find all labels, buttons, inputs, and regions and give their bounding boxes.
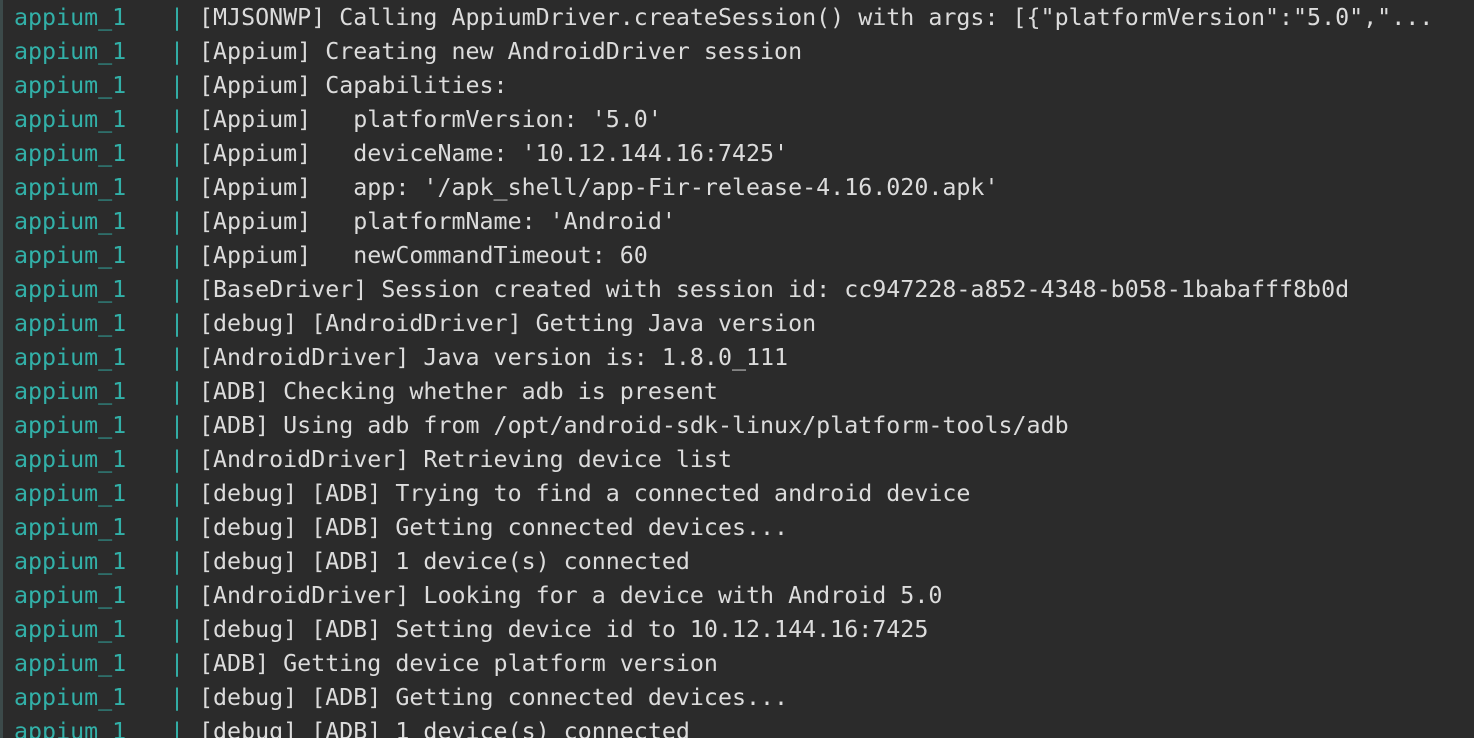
log-message: [debug] [ADB] 1 device(s) connected xyxy=(199,718,690,738)
log-message: [BaseDriver] Session created with sessio… xyxy=(199,276,1350,303)
log-line: appium_1 | [debug] [AndroidDriver] Getting… xyxy=(14,307,1433,341)
separator: | xyxy=(170,276,185,303)
log-message: [Appium] platformName: 'Android' xyxy=(199,208,676,235)
separator: | xyxy=(170,106,185,133)
separator: | xyxy=(170,650,185,677)
separator: | xyxy=(170,310,185,337)
log-line: appium_1 | [Appium] app: '/apk_shell/app-F… xyxy=(14,171,1433,205)
log-line: appium_1 | [debug] [ADB] Getting connected… xyxy=(14,681,1433,715)
separator: | xyxy=(170,242,185,269)
separator: | xyxy=(170,38,185,65)
separator: | xyxy=(170,344,185,371)
log-line: appium_1 | [BaseDriver] Session created wi… xyxy=(14,273,1433,307)
gutter-bar xyxy=(0,0,3,738)
log-message: [Appium] Capabilities: xyxy=(199,72,508,99)
separator: | xyxy=(170,446,185,473)
log-message: [Appium] platformVersion: '5.0' xyxy=(199,106,662,133)
separator: | xyxy=(170,684,185,711)
separator: | xyxy=(170,480,185,507)
separator: | xyxy=(170,514,185,541)
service-name: appium_1 xyxy=(14,242,127,269)
log-line: appium_1 | [ADB] Getting device platform v… xyxy=(14,647,1433,681)
service-name: appium_1 xyxy=(14,38,127,65)
log-message: [debug] [ADB] 1 device(s) connected xyxy=(199,548,690,575)
service-name: appium_1 xyxy=(14,208,127,235)
log-message: [MJSONWP] Calling AppiumDriver.createSes… xyxy=(199,4,1434,31)
separator: | xyxy=(170,412,185,439)
log-message: [debug] [ADB] Setting device id to 10.12… xyxy=(199,616,929,643)
log-line: appium_1 | [AndroidDriver] Java version is… xyxy=(14,341,1433,375)
service-name: appium_1 xyxy=(14,684,127,711)
service-name: appium_1 xyxy=(14,548,127,575)
log-message: [AndroidDriver] Looking for a device wit… xyxy=(199,582,943,609)
service-name: appium_1 xyxy=(14,276,127,303)
log-line: appium_1 | [Appium] Capabilities: xyxy=(14,69,1433,103)
separator: | xyxy=(170,616,185,643)
separator: | xyxy=(170,4,185,31)
separator: | xyxy=(170,174,185,201)
log-line: appium_1 | [debug] [ADB] 1 device(s) conne… xyxy=(14,715,1433,738)
log-line: appium_1 | [Appium] newCommandTimeout: 60 xyxy=(14,239,1433,273)
terminal-output[interactable]: appium_1 | [MJSONWP] Calling AppiumDriver.… xyxy=(0,0,1474,738)
log-line: appium_1 | [Appium] Creating new AndroidDr… xyxy=(14,35,1433,69)
log-message: [Appium] deviceName: '10.12.144.16:7425' xyxy=(199,140,789,167)
service-name: appium_1 xyxy=(14,378,127,405)
log-line: appium_1 | [Appium] platformName: 'Android… xyxy=(14,205,1433,239)
separator: | xyxy=(170,72,185,99)
log-list: appium_1 | [MJSONWP] Calling AppiumDriver.… xyxy=(14,1,1433,738)
service-name: appium_1 xyxy=(14,412,127,439)
separator: | xyxy=(170,718,185,738)
service-name: appium_1 xyxy=(14,616,127,643)
separator: | xyxy=(170,548,185,575)
service-name: appium_1 xyxy=(14,4,127,31)
log-message: [Appium] Creating new AndroidDriver sess… xyxy=(199,38,803,65)
separator: | xyxy=(170,582,185,609)
separator: | xyxy=(170,208,185,235)
service-name: appium_1 xyxy=(14,582,127,609)
log-message: [ADB] Checking whether adb is present xyxy=(199,378,718,405)
log-message: [ADB] Using adb from /opt/android-sdk-li… xyxy=(199,412,1069,439)
service-name: appium_1 xyxy=(14,650,127,677)
log-message: [debug] [AndroidDriver] Getting Java ver… xyxy=(199,310,817,337)
service-name: appium_1 xyxy=(14,344,127,371)
log-line: appium_1 | [MJSONWP] Calling AppiumDriver.… xyxy=(14,1,1433,35)
log-line: appium_1 | [AndroidDriver] Retrieving devi… xyxy=(14,443,1433,477)
log-line: appium_1 | [ADB] Checking whether adb is p… xyxy=(14,375,1433,409)
log-line: appium_1 | [debug] [ADB] Setting device id… xyxy=(14,613,1433,647)
log-message: [debug] [ADB] Getting connected devices.… xyxy=(199,684,789,711)
separator: | xyxy=(170,378,185,405)
service-name: appium_1 xyxy=(14,174,127,201)
log-message: [ADB] Getting device platform version xyxy=(199,650,718,677)
log-line: appium_1 | [debug] [ADB] Getting connected… xyxy=(14,511,1433,545)
service-name: appium_1 xyxy=(14,106,127,133)
service-name: appium_1 xyxy=(14,72,127,99)
log-line: appium_1 | [debug] [ADB] 1 device(s) conne… xyxy=(14,545,1433,579)
log-message: [Appium] app: '/apk_shell/app-Fir-releas… xyxy=(199,174,999,201)
log-message: [debug] [ADB] Getting connected devices.… xyxy=(199,514,789,541)
service-name: appium_1 xyxy=(14,446,127,473)
service-name: appium_1 xyxy=(14,514,127,541)
log-message: [Appium] newCommandTimeout: 60 xyxy=(199,242,648,269)
log-message: [AndroidDriver] Retrieving device list xyxy=(199,446,732,473)
log-message: [debug] [ADB] Trying to find a connected… xyxy=(199,480,971,507)
service-name: appium_1 xyxy=(14,480,127,507)
log-line: appium_1 | [Appium] platformVersion: '5.0' xyxy=(14,103,1433,137)
log-line: appium_1 | [ADB] Using adb from /opt/andro… xyxy=(14,409,1433,443)
log-line: appium_1 | [Appium] deviceName: '10.12.144… xyxy=(14,137,1433,171)
service-name: appium_1 xyxy=(14,718,127,738)
service-name: appium_1 xyxy=(14,140,127,167)
service-name: appium_1 xyxy=(14,310,127,337)
separator: | xyxy=(170,140,185,167)
log-message: [AndroidDriver] Java version is: 1.8.0_1… xyxy=(199,344,789,371)
log-line: appium_1 | [AndroidDriver] Looking for a d… xyxy=(14,579,1433,613)
log-line: appium_1 | [debug] [ADB] Trying to find a … xyxy=(14,477,1433,511)
